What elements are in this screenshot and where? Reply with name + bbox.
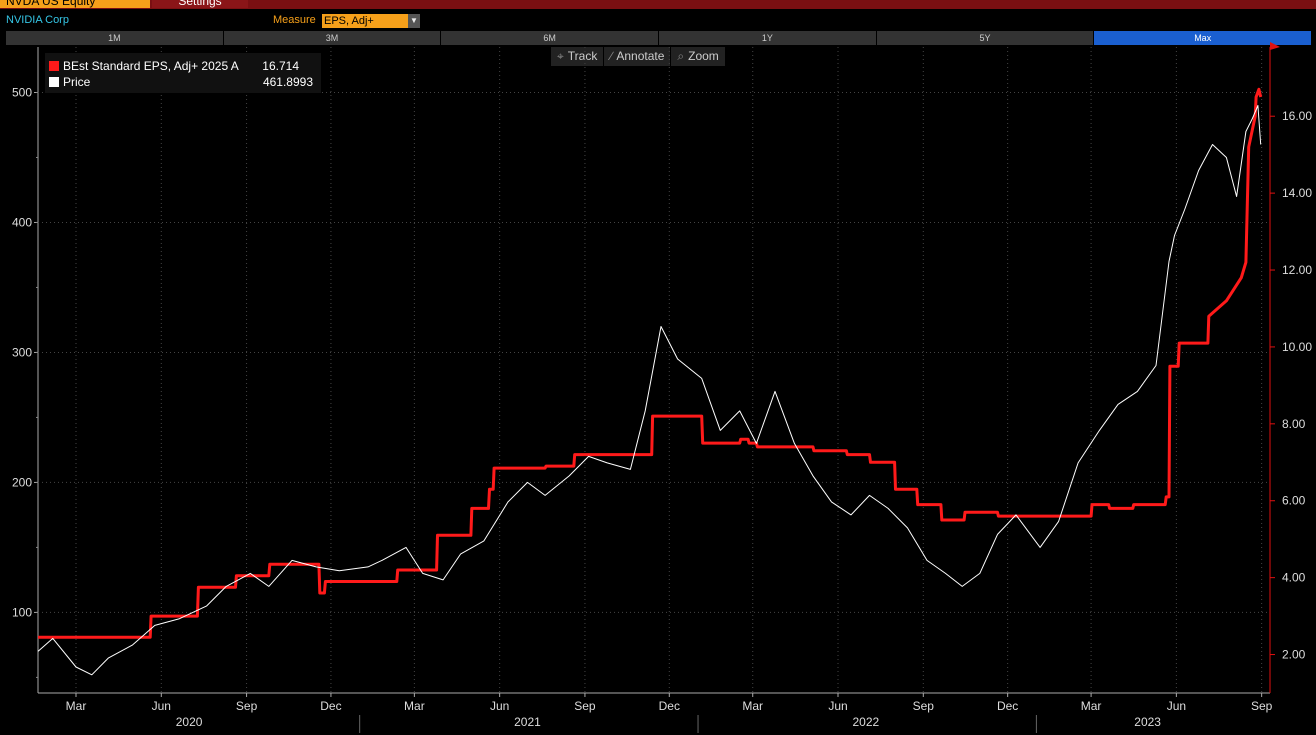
left-tick-label: 400 — [12, 215, 32, 229]
right-tick-label: 14.00 — [1282, 186, 1312, 200]
right-tick-label: 10.00 — [1282, 340, 1312, 354]
x-month-label: Dec — [997, 699, 1018, 713]
right-tick-label: 16.00 — [1282, 109, 1312, 123]
series-eps-line — [38, 87, 1263, 639]
legend-eps-label: BEst Standard EPS, Adj+ 2025 A — [63, 59, 239, 73]
x-month-label: Mar — [742, 699, 763, 713]
x-month-label: Jun — [152, 699, 171, 713]
x-year-label: 2023 — [1134, 715, 1161, 729]
right-axis-arrow-icon — [1270, 42, 1280, 50]
right-tick-label: 2.00 — [1282, 648, 1306, 662]
x-month-label: Jun — [490, 699, 509, 713]
chart-legend: BEst Standard EPS, Adj+ 2025 A 16.714 Pr… — [45, 53, 321, 93]
x-month-label: Sep — [1251, 699, 1273, 713]
legend-price[interactable]: Price 461.8993 — [49, 75, 319, 89]
x-month-label: Sep — [236, 699, 258, 713]
x-month-label: Dec — [659, 699, 680, 713]
x-month-label: Dec — [320, 699, 341, 713]
left-tick-label: 300 — [12, 345, 32, 359]
x-month-label: Sep — [913, 699, 935, 713]
right-tick-label: 4.00 — [1282, 571, 1306, 585]
price-eps-chart: 100 200 300 400 500 2.00 4.00 6.00 8.00 10.00 12.0… — [12, 42, 1312, 733]
x-year-label: 2021 — [514, 715, 541, 729]
x-month-label: Mar — [1081, 699, 1102, 713]
x-year-label: 2020 — [176, 715, 203, 729]
right-tick-label: 6.00 — [1282, 494, 1306, 508]
left-tick-label: 200 — [12, 475, 32, 489]
x-month-label: Mar — [66, 699, 87, 713]
legend-price-value: 461.8993 — [262, 75, 313, 89]
legend-price-swatch — [49, 77, 59, 87]
x-month-label: Jun — [828, 699, 847, 713]
legend-price-label: Price — [63, 75, 91, 89]
legend-eps-swatch — [49, 61, 59, 71]
series-price-line — [37, 105, 1262, 676]
x-month-label: Mar — [404, 699, 425, 713]
legend-eps-value: 16.714 — [262, 59, 299, 73]
legend-eps[interactable]: BEst Standard EPS, Adj+ 2025 A 16.714 — [49, 59, 319, 73]
left-tick-label: 100 — [12, 605, 32, 619]
x-month-label: Sep — [574, 699, 596, 713]
x-year-label: 2022 — [852, 715, 879, 729]
right-tick-label: 12.00 — [1282, 263, 1312, 277]
x-month-label: Jun — [1167, 699, 1186, 713]
right-tick-label: 8.00 — [1282, 417, 1306, 431]
left-tick-label: 500 — [12, 85, 32, 99]
